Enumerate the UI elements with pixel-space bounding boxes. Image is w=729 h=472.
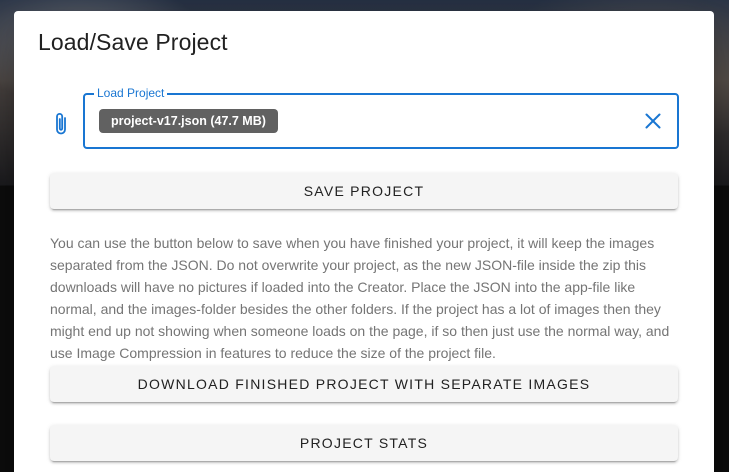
load-project-label: Load Project [94,86,168,100]
download-separate-images-button[interactable]: DOWNLOAD FINISHED PROJECT WITH SEPARATE … [50,366,678,402]
load-project-field[interactable]: Load Project project-v17.json (47.7 MB) [83,86,679,149]
project-stats-button[interactable]: PROJECT STATS [50,425,678,461]
save-project-button[interactable]: SAVE PROJECT [50,173,678,209]
dialog-title: Load/Save Project [38,29,228,55]
paperclip-icon[interactable] [51,111,73,137]
close-icon[interactable] [641,109,665,133]
save-info-text: You can use the button below to save whe… [50,235,670,361]
load-save-dialog: Load/Save Project Load Project project-v… [14,11,714,472]
file-chip: project-v17.json (47.7 MB) [99,109,278,133]
